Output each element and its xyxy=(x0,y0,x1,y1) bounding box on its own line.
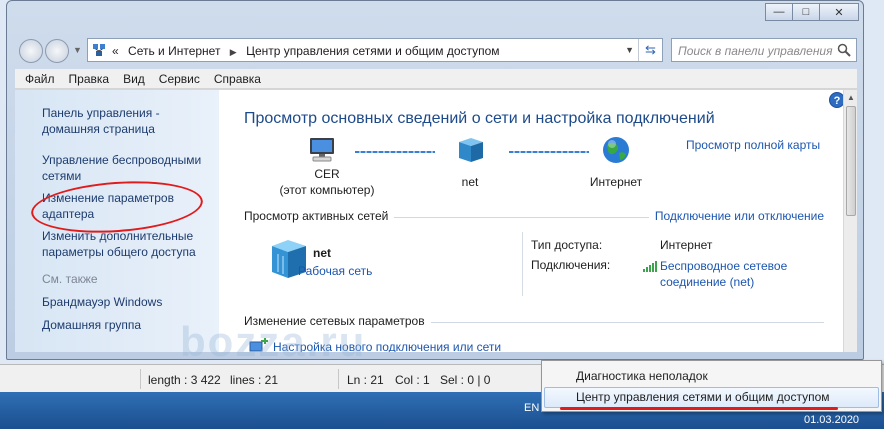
caption-buttons: — □ ✕ xyxy=(765,3,859,21)
close-button[interactable]: ✕ xyxy=(819,3,859,21)
breadcrumb-network-internet[interactable]: Сеть и Интернет xyxy=(128,44,220,58)
status-column: Col : 1 xyxy=(395,373,430,387)
connection-line xyxy=(355,151,435,153)
sidebar-link-firewall[interactable]: Брандмауэр Windows xyxy=(42,294,212,310)
recent-pages-dropdown-icon[interactable]: ▼ xyxy=(73,45,82,55)
menu-tools[interactable]: Сервис xyxy=(159,72,200,86)
scroll-thumb[interactable] xyxy=(846,106,856,216)
wireless-connection-link[interactable]: Беспроводное сетевое соединение (net) xyxy=(660,258,810,290)
computer-subtitle: (этот компьютер) xyxy=(279,183,375,197)
menu-help[interactable]: Справка xyxy=(214,72,261,86)
status-line-number: Ln : 21 xyxy=(347,373,384,387)
navigation-bar: ▼ « Сеть и Интернет ▶ Центр управления с… xyxy=(15,36,857,64)
forward-button[interactable] xyxy=(45,39,69,63)
content-area: Панель управления - домашняя страница Уп… xyxy=(15,90,857,352)
status-selection: Sel : 0 | 0 xyxy=(440,373,491,387)
minimize-button[interactable]: — xyxy=(765,3,793,21)
connection-line xyxy=(509,151,589,153)
vertical-scrollbar[interactable]: ▲ xyxy=(843,90,857,352)
page-title: Просмотр основных сведений о сети и наст… xyxy=(244,110,715,127)
sidebar-link-home[interactable]: Панель управления - домашняя страница xyxy=(42,105,212,137)
scroll-up-icon[interactable]: ▲ xyxy=(847,93,855,102)
breadcrumb-network-center[interactable]: Центр управления сетями и общим доступом xyxy=(246,44,500,58)
menu-item-network-center[interactable]: Центр управления сетями и общим доступом xyxy=(576,390,830,404)
language-indicator[interactable]: EN xyxy=(524,402,539,414)
network-node-label[interactable]: net xyxy=(440,174,500,190)
access-type-label: Тип доступа: xyxy=(531,238,603,252)
search-box[interactable]: Поиск в панели управления xyxy=(671,38,857,62)
computer-node[interactable]: CER (этот компьютер) xyxy=(272,166,382,198)
active-network-name: net xyxy=(313,246,331,260)
highlight-underline xyxy=(560,407,838,410)
menu-bar: Файл Правка Вид Сервис Справка xyxy=(15,69,857,89)
maximize-button[interactable]: □ xyxy=(792,3,820,21)
chevron-right-icon[interactable]: ▶ xyxy=(230,47,237,57)
clock-date[interactable]: 01.03.2020 xyxy=(804,414,859,426)
access-type-value: Интернет xyxy=(660,238,713,252)
divider xyxy=(338,369,339,389)
menu-edit[interactable]: Правка xyxy=(69,72,110,86)
view-full-map-link[interactable]: Просмотр полной карты xyxy=(686,138,820,152)
refresh-icon[interactable]: ⇆ xyxy=(638,39,662,61)
computer-icon xyxy=(310,138,334,162)
control-panel-window: — □ ✕ ▼ « Сеть и Интернет ▶ Центр управл… xyxy=(6,0,864,360)
sidebar-link-sharing-settings[interactable]: Изменить дополнительные параметры общего… xyxy=(42,228,212,260)
status-length: length : 3 422 xyxy=(148,373,221,387)
computer-name: CER xyxy=(314,167,340,181)
address-dropdown-icon[interactable]: ▼ xyxy=(625,45,634,55)
active-networks-heading: Просмотр активных сетей xyxy=(244,209,395,223)
see-also-label: См. также xyxy=(42,272,98,286)
status-lines: lines : 21 xyxy=(230,373,279,387)
connections-label: Подключения: xyxy=(531,258,611,272)
wifi-signal-icon xyxy=(643,261,657,272)
watermark: bozza.ru xyxy=(180,318,367,365)
network-icon xyxy=(93,44,105,56)
address-bar[interactable]: « Сеть и Интернет ▶ Центр управления сет… xyxy=(87,38,663,62)
search-icon[interactable] xyxy=(837,43,851,57)
network-device-icon xyxy=(459,138,483,162)
divider xyxy=(522,232,523,296)
divider xyxy=(140,369,141,389)
search-placeholder: Поиск в панели управления xyxy=(678,44,833,58)
menu-item-troubleshoot[interactable]: Диагностика неполадок xyxy=(576,369,708,383)
task-sidebar: Панель управления - домашняя страница Уп… xyxy=(15,90,219,352)
active-networks-section: Просмотр активных сетей Подключение или … xyxy=(244,209,824,225)
sidebar-link-wireless[interactable]: Управление беспроводными сетями xyxy=(42,152,212,184)
main-pane: ? Просмотр основных сведений о сети и на… xyxy=(219,90,845,352)
back-button[interactable] xyxy=(19,39,43,63)
breadcrumb: « Сеть и Интернет ▶ Центр управления сет… xyxy=(112,44,500,58)
connect-disconnect-link[interactable]: Подключение или отключение xyxy=(648,209,824,223)
internet-node-label[interactable]: Интернет xyxy=(576,174,656,190)
network-type-link[interactable]: Рабочая сеть xyxy=(298,264,372,278)
menu-file[interactable]: Файл xyxy=(25,72,55,86)
globe-icon xyxy=(603,137,629,163)
tray-context-menu: Диагностика неполадок Центр управления с… xyxy=(541,360,882,412)
breadcrumb-overflow[interactable]: « xyxy=(112,44,119,58)
menu-view[interactable]: Вид xyxy=(123,72,145,86)
